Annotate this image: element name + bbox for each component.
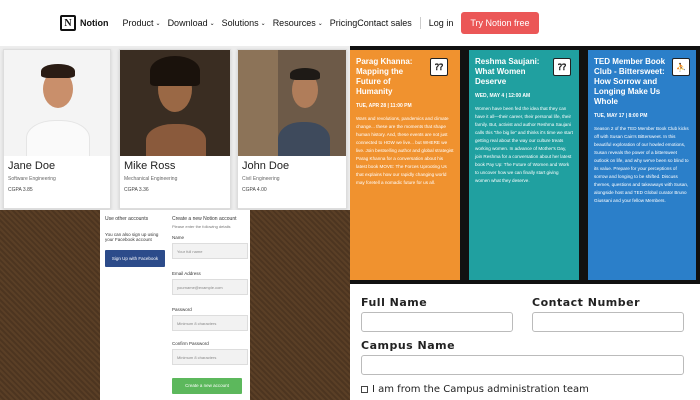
event-title: TED Member Book Club - Bittersweet: How …	[594, 57, 666, 106]
nav-resources-label: Resources	[272, 18, 316, 28]
admin-team-checkbox[interactable]: I am from the Campus administration team	[361, 384, 589, 395]
account-form: Create a new Notion account Please enter…	[172, 216, 248, 365]
confirm-password-field[interactable]: Minimum 8 characters	[172, 349, 248, 365]
profile-gpa: CGPA 3.85	[8, 187, 33, 193]
ted-events-section: Parag Khanna: Mapping the Future of Huma…	[350, 46, 700, 284]
contact-number-input[interactable]	[532, 312, 684, 332]
event-date: WED, MAY 4 | 12:00 AM	[475, 93, 531, 99]
event-card[interactable]: TED Member Book Club - Bittersweet: How …	[588, 50, 696, 280]
notion-logo-icon[interactable]: N	[60, 15, 76, 31]
event-date: TUE, MAY 17 | 8:00 PM	[594, 113, 648, 119]
profile-photo	[120, 50, 230, 156]
login-link[interactable]: Log in	[429, 18, 454, 28]
signup-form: Use other accounts You can also sign up …	[100, 210, 250, 400]
contact-number-label: Contact Number	[532, 296, 641, 309]
create-account-button[interactable]: Create a new account	[172, 378, 242, 394]
profile-photo	[238, 50, 346, 156]
nav-product[interactable]: Product ⌄	[123, 18, 161, 28]
nav-solutions-label: Solutions	[221, 18, 259, 28]
form-subtitle: Please enter the following details	[172, 224, 231, 229]
profile-major: Mechanical Engineering	[124, 176, 178, 182]
facebook-hint: You can also sign up using your Facebook…	[105, 232, 159, 242]
form-title: Create a new Notion account	[172, 216, 237, 222]
nav-pricing[interactable]: Pricing	[330, 18, 358, 28]
social-signup: Use other accounts You can also sign up …	[105, 216, 165, 267]
brand-name[interactable]: Notion	[80, 18, 109, 28]
profile-gpa: CGPA 4.00	[242, 187, 267, 193]
try-notion-free-button[interactable]: Try Notion free	[461, 12, 539, 34]
profile-major: Software Engineering	[8, 176, 56, 182]
nav-download-label: Download	[167, 18, 208, 28]
event-title: Parag Khanna: Mapping the Future of Huma…	[356, 57, 413, 96]
confirm-password-label: Confirm Password	[172, 341, 209, 346]
profile-photo	[4, 50, 110, 156]
profile-cards-section: Jane Doe Software Engineering CGPA 3.85 …	[0, 46, 350, 210]
campus-name-label: Campus Name	[361, 339, 456, 352]
name-field[interactable]: Your full name	[172, 243, 248, 259]
checkbox-icon[interactable]	[361, 386, 368, 393]
event-date: TUE, APR 28 | 11:00 PM	[356, 103, 412, 109]
chevron-down-icon: ⌄	[317, 20, 323, 27]
chevron-down-icon: ⌄	[209, 20, 215, 27]
conversation-icon: ⁇	[430, 58, 448, 76]
event-description: Wars and revolutions, pandemics and clim…	[356, 116, 454, 185]
group-icon: ⛹	[672, 58, 690, 76]
profile-name: John Doe	[242, 160, 290, 172]
nav-divider	[419, 17, 421, 29]
profile-name: Mike Ross	[124, 160, 176, 172]
chevron-down-icon: ⌄	[260, 20, 266, 27]
password-field[interactable]: Minimum 8 characters	[172, 315, 248, 331]
event-title: Reshma Saujani: What Women Deserve	[475, 57, 540, 86]
name-label: Name	[172, 235, 185, 240]
profile-card[interactable]: John Doe Civil Engineering CGPA 4.00	[237, 49, 347, 209]
full-name-label: Full Name	[361, 296, 428, 309]
email-field[interactable]: yourname@example.com	[172, 279, 248, 295]
event-card[interactable]: Parag Khanna: Mapping the Future of Huma…	[350, 50, 460, 280]
nav-contact-sales[interactable]: Contact sales	[357, 18, 412, 28]
checkbox-label: I am from the Campus administration team	[372, 384, 589, 395]
nav-resources[interactable]: Resources ⌄	[273, 18, 323, 28]
profile-card[interactable]: Jane Doe Software Engineering CGPA 3.85	[3, 49, 111, 209]
full-name-input[interactable]	[361, 312, 513, 332]
other-accounts-label: Use other accounts	[105, 216, 149, 222]
profile-major: Civil Engineering	[242, 176, 280, 182]
profile-gpa: CGPA 3.36	[124, 187, 149, 193]
event-card[interactable]: Reshma Saujani: What Women Deserve WED, …	[469, 50, 579, 280]
event-description: Women have been fed the idea that they c…	[475, 106, 573, 183]
conversation-icon: ⁇	[553, 58, 571, 76]
top-nav: N Notion Product ⌄ Download ⌄ Solutions ⌄ R…	[0, 0, 700, 46]
email-label: Email Address	[172, 271, 201, 276]
campus-form: Full Name Contact Number Campus Name I a…	[350, 284, 700, 400]
profile-card[interactable]: Mike Ross Mechanical Engineering CGPA 3.…	[119, 49, 231, 209]
campus-name-input[interactable]	[361, 355, 684, 375]
nav-solutions[interactable]: Solutions ⌄	[222, 18, 266, 28]
nav-product-label: Product	[122, 18, 154, 28]
chevron-down-icon: ⌄	[155, 20, 161, 27]
event-description: Season 2 of the TED Member Book Club kic…	[594, 126, 689, 203]
facebook-signup-button[interactable]: Sign Up with Facebook	[105, 250, 165, 267]
nav-download[interactable]: Download ⌄	[168, 18, 215, 28]
profile-name: Jane Doe	[8, 160, 56, 172]
password-label: Password	[172, 307, 192, 312]
